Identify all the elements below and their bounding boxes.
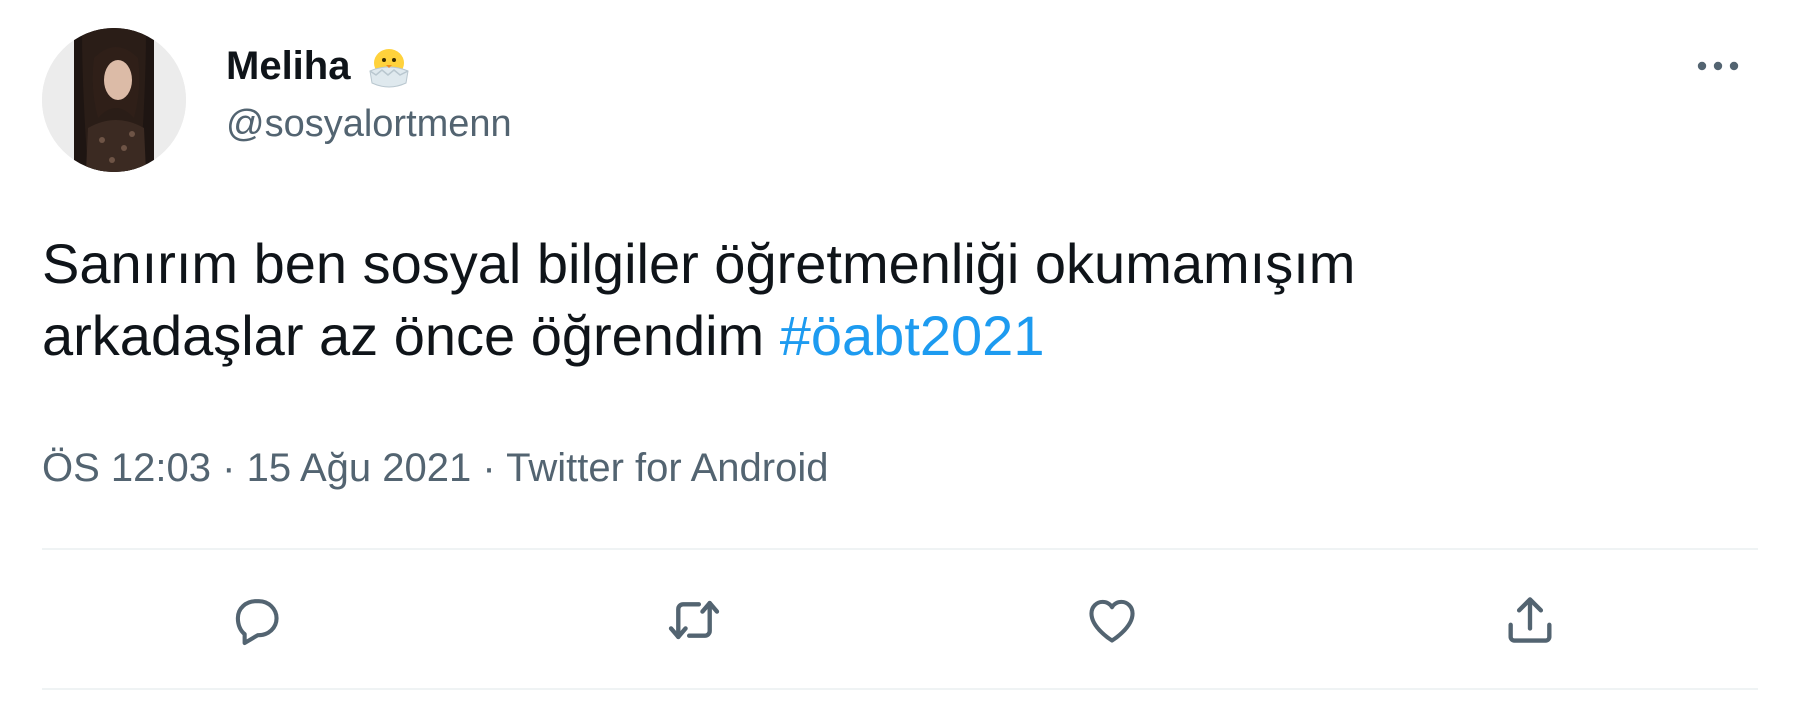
divider bbox=[42, 688, 1758, 690]
share-icon bbox=[1508, 597, 1552, 643]
like-button[interactable] bbox=[1074, 582, 1150, 658]
user-handle[interactable]: @sosyalortmenn bbox=[226, 103, 512, 146]
tweet-text-line2: arkadaşlar az önce öğrendim bbox=[42, 304, 765, 367]
tweet-date[interactable]: 15 Ağu 2021 bbox=[247, 446, 472, 490]
retweet-button[interactable] bbox=[656, 582, 732, 658]
meta-separator: · bbox=[482, 446, 496, 490]
tweet-text: Sanırım ben sosyal bilgiler öğretmenliği… bbox=[42, 228, 1742, 372]
hashtag-link[interactable]: #öabt2021 bbox=[780, 304, 1045, 367]
avatar[interactable] bbox=[42, 28, 186, 172]
display-name-row: Meliha bbox=[226, 36, 414, 96]
retweet-icon bbox=[668, 600, 720, 640]
meta-separator: · bbox=[222, 446, 236, 490]
action-bar bbox=[42, 560, 1758, 680]
tweet-source[interactable]: Twitter for Android bbox=[506, 446, 828, 490]
more-options-button[interactable] bbox=[1686, 42, 1750, 90]
tweet-card: Meliha @sosyalortmenn Sanırım ben sosyal… bbox=[0, 0, 1800, 721]
divider bbox=[42, 548, 1758, 550]
like-icon bbox=[1089, 599, 1135, 643]
tweet-meta: ÖS 12:03 · 15 Ağu 2021 · Twitter for And… bbox=[42, 444, 828, 492]
tweet-text-line1: Sanırım ben sosyal bilgiler öğretmenliği… bbox=[42, 232, 1356, 295]
more-icon bbox=[1697, 61, 1739, 71]
display-name[interactable]: Meliha bbox=[226, 46, 350, 86]
hatching-chick-icon bbox=[364, 41, 414, 91]
reply-icon bbox=[235, 599, 279, 646]
reply-button[interactable] bbox=[218, 582, 294, 658]
tweet-time[interactable]: ÖS 12:03 bbox=[42, 446, 211, 490]
share-button[interactable] bbox=[1492, 582, 1568, 658]
